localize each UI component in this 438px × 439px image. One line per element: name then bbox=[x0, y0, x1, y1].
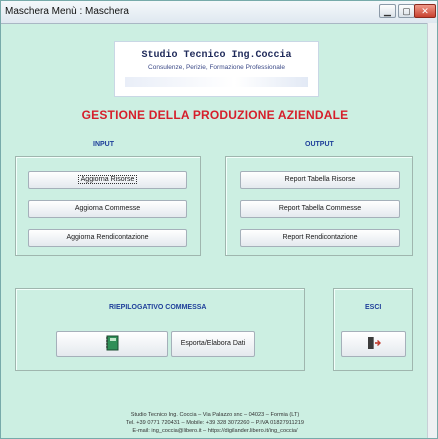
minimize-button[interactable]: ▁ bbox=[379, 4, 396, 18]
vertical-scrollbar[interactable] bbox=[427, 23, 437, 438]
report-tabella-risorse-button[interactable]: Report Tabella Risorse bbox=[240, 171, 400, 189]
riepilogo-section-label: RIEPILOGATIVO COMMESSA bbox=[109, 304, 207, 311]
logo-decoration bbox=[125, 77, 308, 87]
window-title: Maschera Menù : Maschera bbox=[5, 6, 129, 17]
output-section-label: OUTPUT bbox=[305, 141, 334, 148]
exit-button[interactable] bbox=[341, 331, 406, 357]
close-button[interactable]: ✕ bbox=[414, 4, 436, 18]
title-bar[interactable]: Maschera Menù : Maschera ▁ ▢ ✕ bbox=[1, 1, 437, 24]
footer-contacts: E-mail: ing_coccia@libero.it – https://d… bbox=[132, 428, 298, 434]
input-section-label: INPUT bbox=[93, 141, 114, 148]
notebook-icon bbox=[106, 335, 119, 351]
esporta-elabora-button[interactable]: Esporta/Elabora Dati bbox=[171, 331, 255, 357]
logo-title: Studio Tecnico Ing.Coccia bbox=[141, 50, 292, 61]
aggiorna-commesse-button[interactable]: Aggiorna Commesse bbox=[28, 200, 187, 218]
aggiorna-rendicontazione-button[interactable]: Aggiorna Rendicontazione bbox=[28, 229, 187, 247]
aggiorna-risorse-button[interactable]: Aggiorna Risorse bbox=[28, 171, 187, 189]
page-title: GESTIONE DELLA PRODUZIONE AZIENDALE bbox=[81, 108, 349, 122]
esci-section-label: ESCI bbox=[365, 304, 382, 311]
exit-door-icon bbox=[367, 337, 381, 350]
footer: Studio Tecnico Ing. Coccia – Via Palazzo… bbox=[1, 411, 429, 435]
report-rendicontazione-button[interactable]: Report Rendicontazione bbox=[240, 229, 400, 247]
report-tabella-commesse-button[interactable]: Report Tabella Commesse bbox=[240, 200, 400, 218]
riepilogo-open-button[interactable] bbox=[56, 331, 168, 357]
logo-subtitle: Consulenze, Perizie, Formazione Professi… bbox=[148, 64, 285, 71]
maximize-button[interactable]: ▢ bbox=[398, 4, 415, 18]
footer-phone: Tel. +39 0771 720431 – Mobile: +39 328 3… bbox=[126, 420, 304, 426]
main-window: Maschera Menù : Maschera ▁ ▢ ✕ Studio Te… bbox=[0, 0, 438, 439]
company-logo: Studio Tecnico Ing.Coccia Consulenze, Pe… bbox=[114, 41, 319, 97]
esci-frame bbox=[333, 288, 413, 371]
riepilogo-frame bbox=[15, 288, 305, 371]
footer-address: Studio Tecnico Ing. Coccia – Via Palazzo… bbox=[130, 412, 300, 418]
